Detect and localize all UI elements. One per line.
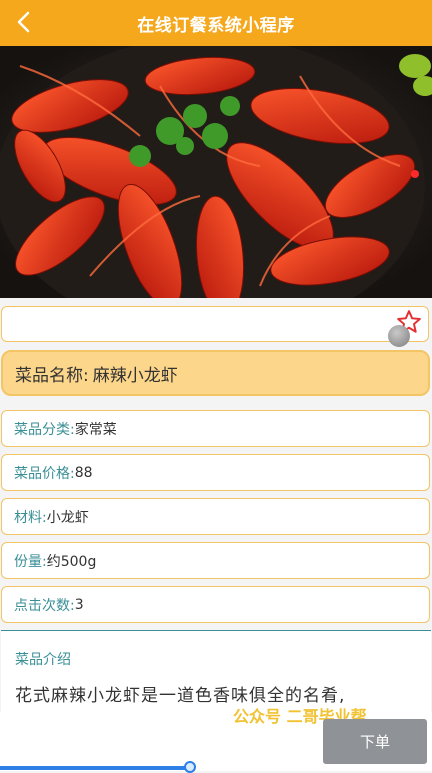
- scroll-handle[interactable]: [184, 761, 196, 773]
- dish-image[interactable]: [0, 46, 432, 298]
- field-label: 材料:: [14, 509, 47, 526]
- field-value: 88: [74, 464, 93, 481]
- field-label: 菜品分类:: [14, 421, 75, 438]
- dish-name-label: 菜品名称:: [15, 365, 89, 386]
- page-title: 在线订餐系统小程序: [137, 15, 295, 36]
- price-row: 菜品价格: 88: [1, 454, 430, 491]
- favorite-row: [1, 306, 429, 347]
- portion-row: 份量: 约500g: [1, 542, 430, 579]
- back-button[interactable]: [8, 6, 40, 38]
- click-count-row: 点击次数: 3: [1, 586, 430, 623]
- floating-toggle[interactable]: [388, 325, 410, 347]
- field-value: 家常菜: [74, 421, 117, 438]
- order-button[interactable]: 下单: [323, 719, 427, 764]
- field-label: 份量:: [14, 553, 47, 570]
- field-value: 约500g: [46, 553, 97, 570]
- dish-name: 麻辣小龙虾: [92, 365, 178, 386]
- field-label: 点击次数:: [14, 597, 75, 614]
- ingredients-row: 材料: 小龙虾: [1, 498, 430, 535]
- intro-title: 菜品介绍: [15, 652, 71, 668]
- dish-name-row: 菜品名称: 麻辣小龙虾: [1, 350, 430, 396]
- field-label: 菜品价格:: [14, 465, 75, 482]
- scroll-progress: [0, 766, 190, 770]
- chevron-left-icon: [17, 11, 30, 33]
- top-bar: 在线订餐系统小程序: [0, 0, 432, 46]
- category-row: 菜品分类: 家常菜: [1, 410, 430, 447]
- field-value: 小龙虾: [46, 509, 89, 526]
- field-value: 3: [74, 596, 84, 613]
